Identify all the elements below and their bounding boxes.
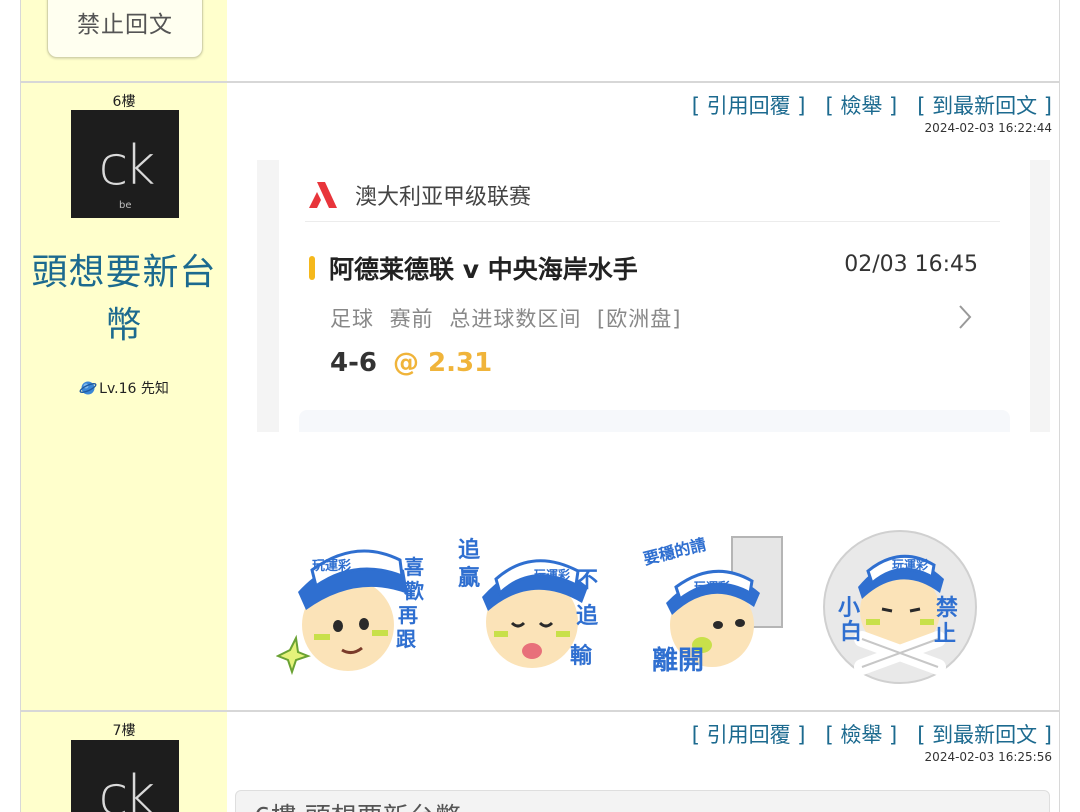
quote-reply-link[interactable]: [ 引用回覆 ] xyxy=(692,90,806,120)
match-accent-bar xyxy=(309,256,315,280)
quote-reply-link[interactable]: [ 引用回覆 ] xyxy=(692,719,806,749)
svg-text:追: 追 xyxy=(576,603,598,629)
post7-timestamp: 2024-02-03 16:25:56 xyxy=(924,750,1052,764)
svg-text:玩運彩: 玩運彩 xyxy=(892,557,928,572)
go-latest-link[interactable]: [ 到最新回文 ] xyxy=(917,90,1052,120)
league-name: 澳大利亚甲级联赛 xyxy=(355,184,532,210)
post7-quote-box: 6樓 頭想要新台幣 ... xyxy=(235,790,1050,812)
sticker-chase-win[interactable]: 玩運彩 追 贏 不 追 輸 xyxy=(452,527,612,687)
post6-floor-number: 6樓 xyxy=(112,94,136,110)
svg-text:玩運彩: 玩運彩 xyxy=(534,567,570,582)
chevron-right-icon xyxy=(959,305,972,329)
post7-avatar[interactable]: ck xyxy=(71,740,179,812)
brand-logo-icon xyxy=(309,181,337,208)
post6-timestamp: 2024-02-03 16:22:44 xyxy=(924,121,1052,135)
report-link[interactable]: [ 檢舉 ] xyxy=(826,719,898,749)
svg-text:追: 追 xyxy=(458,537,480,563)
svg-text:不: 不 xyxy=(576,568,598,593)
ban-reply-label: 禁止回文 xyxy=(77,12,173,38)
post6-level: Lv.16 先知 xyxy=(21,378,227,398)
svg-text:要穩的請: 要穩的請 xyxy=(641,535,708,569)
bet-odds: @ 2.31 xyxy=(392,348,493,378)
planet-icon xyxy=(79,381,97,395)
svg-text:禁: 禁 xyxy=(936,595,958,621)
post6-username[interactable]: 頭想要新台幣 xyxy=(21,246,227,352)
match-time: 02/03 16:45 xyxy=(844,252,978,277)
svg-text:歡: 歡 xyxy=(404,579,424,603)
svg-text:喜: 喜 xyxy=(404,555,424,579)
post6-embedded-screenshot[interactable]: 澳大利亚甲级联赛 阿德莱德联 v 中央海岸水手 02/03 16:45 足球 赛… xyxy=(257,160,1050,432)
post7-action-links: [ 引用回覆 ] [ 檢舉 ] [ 到最新回文 ] xyxy=(692,719,1052,749)
svg-text:白: 白 xyxy=(840,619,862,645)
bet-selection: 4-6 @ 2.31 xyxy=(330,348,492,378)
svg-text:再: 再 xyxy=(398,603,418,627)
svg-text:跟: 跟 xyxy=(396,627,417,651)
post6-action-links: [ 引用回覆 ] [ 檢舉 ] [ 到最新回文 ] xyxy=(692,90,1052,120)
svg-text:止: 止 xyxy=(934,622,956,647)
report-link[interactable]: [ 檢舉 ] xyxy=(826,90,898,120)
svg-text:輸: 輸 xyxy=(570,643,593,669)
ban-reply-button[interactable]: 禁止回文 xyxy=(47,0,203,58)
avatar-logo-text: ck xyxy=(98,764,156,812)
bet-meta: 足球 赛前 总进球数区间 [欧洲盘] xyxy=(330,307,682,331)
svg-text:離開: 離開 xyxy=(652,645,704,676)
svg-text:贏: 贏 xyxy=(458,565,480,591)
avatar-logo-subtext: be xyxy=(119,200,132,211)
level-label: Lv.16 先知 xyxy=(99,381,169,397)
sticker-brand-text: 玩運彩 xyxy=(312,558,351,574)
sticker-like-follow[interactable]: 玩運彩 喜 歡 再 跟 xyxy=(276,530,436,690)
quote-preview-text: 6樓 頭想要新台幣 ... xyxy=(254,803,494,812)
bet-pick: 4-6 xyxy=(330,348,377,378)
go-latest-link[interactable]: [ 到最新回文 ] xyxy=(917,719,1052,749)
bet-card: 澳大利亚甲级联赛 阿德莱德联 v 中央海岸水手 02/03 16:45 足球 赛… xyxy=(279,160,1030,432)
sticker-leave[interactable]: 玩運彩 要穩的請 離開 xyxy=(636,527,796,687)
bet-card-header: 澳大利亚甲级联赛 xyxy=(305,168,1000,222)
match-teams: 阿德莱德联 v 中央海岸水手 xyxy=(329,255,638,284)
sticker-ban[interactable]: 玩運彩 小 白 禁 止 xyxy=(820,527,980,687)
svg-text:玩運彩: 玩運彩 xyxy=(694,579,730,594)
svg-text:小: 小 xyxy=(838,596,860,621)
avatar-logo-text: ck xyxy=(98,134,156,197)
post7-floor-number: 7樓 xyxy=(112,723,136,739)
post6-avatar[interactable]: ck be xyxy=(71,110,179,218)
match-row: 阿德莱德联 v 中央海岸水手 xyxy=(309,250,638,286)
bet-card-footer xyxy=(299,410,1010,432)
